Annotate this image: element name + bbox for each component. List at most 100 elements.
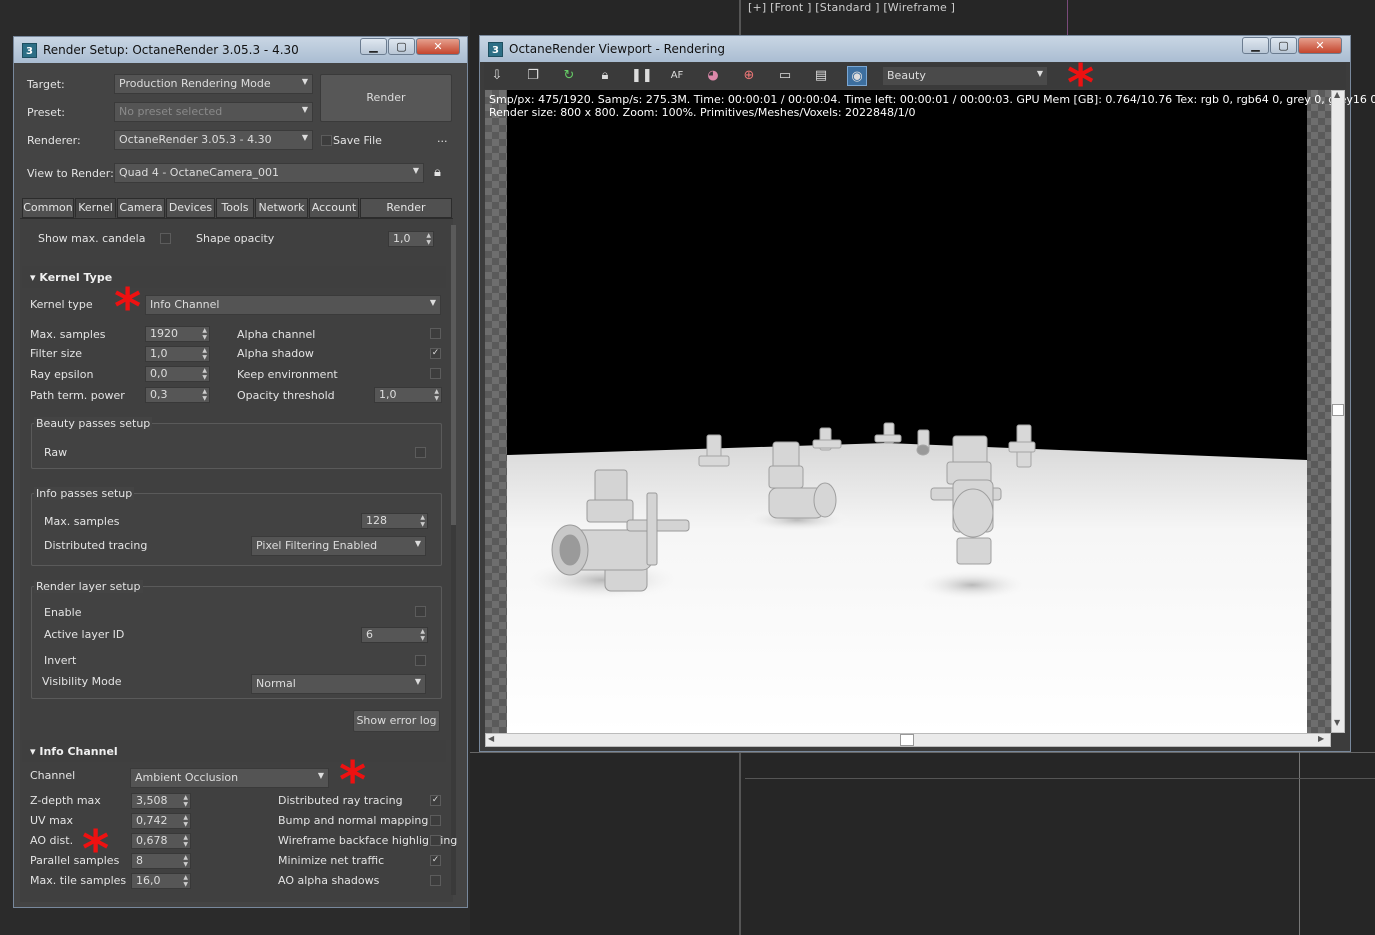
- opacity-threshold-spinner[interactable]: 1,0 ▲ ▼: [374, 387, 442, 403]
- render-setup-title-bar[interactable]: 3 Render Setup: OctaneRender 3.05.3 - 4.…: [14, 37, 467, 63]
- annotation-star: *: [339, 751, 367, 811]
- bump-normal-checkbox[interactable]: [430, 815, 441, 826]
- path-term-spinner[interactable]: 0,3 ▲ ▼: [145, 387, 210, 403]
- filter-size-spinner[interactable]: 1,0 ▲ ▼: [145, 346, 210, 362]
- renderer-label: Renderer:: [27, 134, 81, 147]
- horizontal-scrollbar-thumb[interactable]: [900, 734, 914, 746]
- render-button[interactable]: Render: [320, 74, 452, 122]
- info-channel-rollout-header[interactable]: ▾ Info Channel: [22, 740, 446, 762]
- enable-checkbox[interactable]: [415, 606, 426, 617]
- render-image[interactable]: [507, 90, 1307, 733]
- shape-opacity-value: 1,0: [393, 232, 411, 245]
- render-stats-line2: Render size: 800 x 800. Zoom: 100%. Prim…: [489, 106, 916, 119]
- scroll-right-icon[interactable]: ▶: [1318, 734, 1324, 743]
- viewport-title-bar[interactable]: 3 OctaneRender Viewport - Rendering ▁ ▢ …: [480, 36, 1350, 62]
- kernel-type-rollout-header[interactable]: ▾ Kernel Type: [22, 266, 446, 288]
- viewport-label[interactable]: [+] [Front ] [Standard ] [Wireframe ]: [748, 1, 955, 14]
- panel-scrollbar-thumb[interactable]: [451, 225, 456, 525]
- info-passes-title: Info passes setup: [34, 487, 135, 500]
- view-to-render-dropdown[interactable]: Quad 4 - OctaneCamera_001 ▼: [114, 163, 424, 183]
- chevron-down-icon: ▼: [429, 298, 436, 307]
- scroll-left-icon[interactable]: ◀: [488, 734, 494, 743]
- shape-opacity-spinner[interactable]: 1,0 ▲ ▼: [388, 231, 434, 247]
- save-image-icon[interactable]: ⇩: [487, 66, 507, 86]
- zdepth-value: 3,508: [136, 794, 168, 807]
- tab-devices[interactable]: Devices: [166, 198, 215, 218]
- tab-network[interactable]: Network: [255, 198, 308, 218]
- target-dropdown[interactable]: Production Rendering Mode ▼: [114, 74, 313, 94]
- max-samples-spinner[interactable]: 1920 ▲ ▼: [145, 326, 210, 342]
- raw-checkbox[interactable]: [415, 447, 426, 458]
- ray-epsilon-spinner[interactable]: 0,0 ▲ ▼: [145, 366, 210, 382]
- chevron-down-icon: ▼: [414, 539, 421, 548]
- minimize-button[interactable]: ▁: [360, 38, 387, 55]
- keep-environment-checkbox[interactable]: [430, 368, 441, 379]
- ao-alpha-shadows-checkbox[interactable]: [430, 875, 441, 886]
- active-layer-id-spinner[interactable]: 6 ▲ ▼: [361, 627, 428, 643]
- film-icon[interactable]: ▤: [811, 66, 831, 86]
- visibility-mode-value: Normal: [256, 677, 296, 690]
- tab-account[interactable]: Account: [309, 198, 359, 218]
- parallel-samples-spinner[interactable]: 8 ▲ ▼: [131, 853, 191, 869]
- ao-dist-spinner[interactable]: 0,678 ▲ ▼: [131, 833, 191, 849]
- save-file-checkbox[interactable]: [321, 135, 332, 146]
- uv-max-spinner[interactable]: 0,742 ▲ ▼: [131, 813, 191, 829]
- focus-picker-icon[interactable]: ⊕: [739, 66, 759, 86]
- lock-icon[interactable]: 🔒︎: [434, 165, 441, 180]
- spinner-arrows-icon: ▲ ▼: [183, 814, 188, 828]
- camera-icon[interactable]: ◉: [847, 66, 867, 86]
- chevron-down-icon: ▼: [301, 105, 308, 114]
- zdepth-spinner[interactable]: 3,508 ▲ ▼: [131, 793, 191, 809]
- grid-line: [1067, 0, 1068, 40]
- af-icon[interactable]: AF: [667, 66, 687, 86]
- spinner-arrows-icon: ▲ ▼: [202, 388, 207, 402]
- distributed-ray-tracing-checkbox[interactable]: ✓: [430, 795, 441, 806]
- ellipsis-button[interactable]: ...: [437, 132, 448, 145]
- vertical-scrollbar-thumb[interactable]: [1332, 404, 1344, 416]
- color-wheel-icon[interactable]: ◕: [703, 66, 723, 86]
- pass-dropdown[interactable]: Beauty ▼: [882, 66, 1048, 86]
- wireframe-backface-checkbox[interactable]: [430, 835, 441, 846]
- visibility-mode-dropdown[interactable]: Normal ▼: [251, 674, 426, 694]
- tab-camera[interactable]: Camera: [117, 198, 165, 218]
- channel-value: Ambient Occlusion: [135, 771, 239, 784]
- show-max-candela-checkbox[interactable]: [160, 233, 171, 244]
- lock-icon[interactable]: 🔒︎: [595, 66, 615, 86]
- maximize-button[interactable]: ▢: [388, 38, 415, 55]
- preset-dropdown[interactable]: No preset selected ▼: [114, 102, 313, 122]
- pause-icon[interactable]: ❚❚: [631, 66, 653, 86]
- kernel-type-dropdown[interactable]: Info Channel ▼: [145, 295, 441, 315]
- maximize-button[interactable]: ▢: [1270, 37, 1297, 54]
- show-error-log-button[interactable]: Show error log: [353, 710, 440, 732]
- bump-normal-label: Bump and normal mapping: [278, 814, 429, 827]
- chevron-down-icon: ▼: [301, 77, 308, 86]
- max-tile-samples-spinner[interactable]: 16,0 ▲ ▼: [131, 873, 191, 889]
- alpha-channel-checkbox[interactable]: [430, 328, 441, 339]
- scroll-down-icon[interactable]: ▼: [1334, 718, 1340, 727]
- renderer-dropdown[interactable]: OctaneRender 3.05.3 - 4.30 ▼: [114, 130, 313, 150]
- scroll-up-icon[interactable]: ▲: [1334, 90, 1340, 99]
- tab-render-elements[interactable]: Render Elements: [360, 198, 452, 232]
- display-icon[interactable]: ▭: [775, 66, 795, 86]
- pass-value: Beauty: [887, 69, 926, 82]
- alpha-shadow-checkbox[interactable]: ✓: [430, 348, 441, 359]
- minimize-net-traffic-checkbox[interactable]: ✓: [430, 855, 441, 866]
- info-max-samples-label: Max. samples: [44, 515, 120, 528]
- refresh-icon[interactable]: ↻: [559, 66, 579, 86]
- tab-tools[interactable]: Tools: [216, 198, 254, 218]
- chevron-down-icon: ▼: [317, 771, 324, 780]
- invert-checkbox[interactable]: [415, 655, 426, 666]
- tab-kernel[interactable]: Kernel: [75, 198, 116, 218]
- minimize-button[interactable]: ▁: [1242, 37, 1269, 54]
- collapse-icon: ▾: [30, 271, 40, 284]
- copy-icon[interactable]: ❐: [523, 66, 543, 86]
- grid-line: [745, 778, 1375, 779]
- channel-dropdown[interactable]: Ambient Occlusion ▼: [130, 768, 329, 788]
- view-to-render-value: Quad 4 - OctaneCamera_001: [119, 166, 279, 179]
- info-max-samples-spinner[interactable]: 128 ▲ ▼: [361, 513, 428, 529]
- tab-common[interactable]: Common: [22, 198, 74, 218]
- distributed-tracing-dropdown[interactable]: Pixel Filtering Enabled ▼: [251, 536, 426, 556]
- spinner-arrows-icon: ▲ ▼: [420, 628, 425, 642]
- close-button[interactable]: ✕: [416, 38, 460, 55]
- close-button[interactable]: ✕: [1298, 37, 1342, 54]
